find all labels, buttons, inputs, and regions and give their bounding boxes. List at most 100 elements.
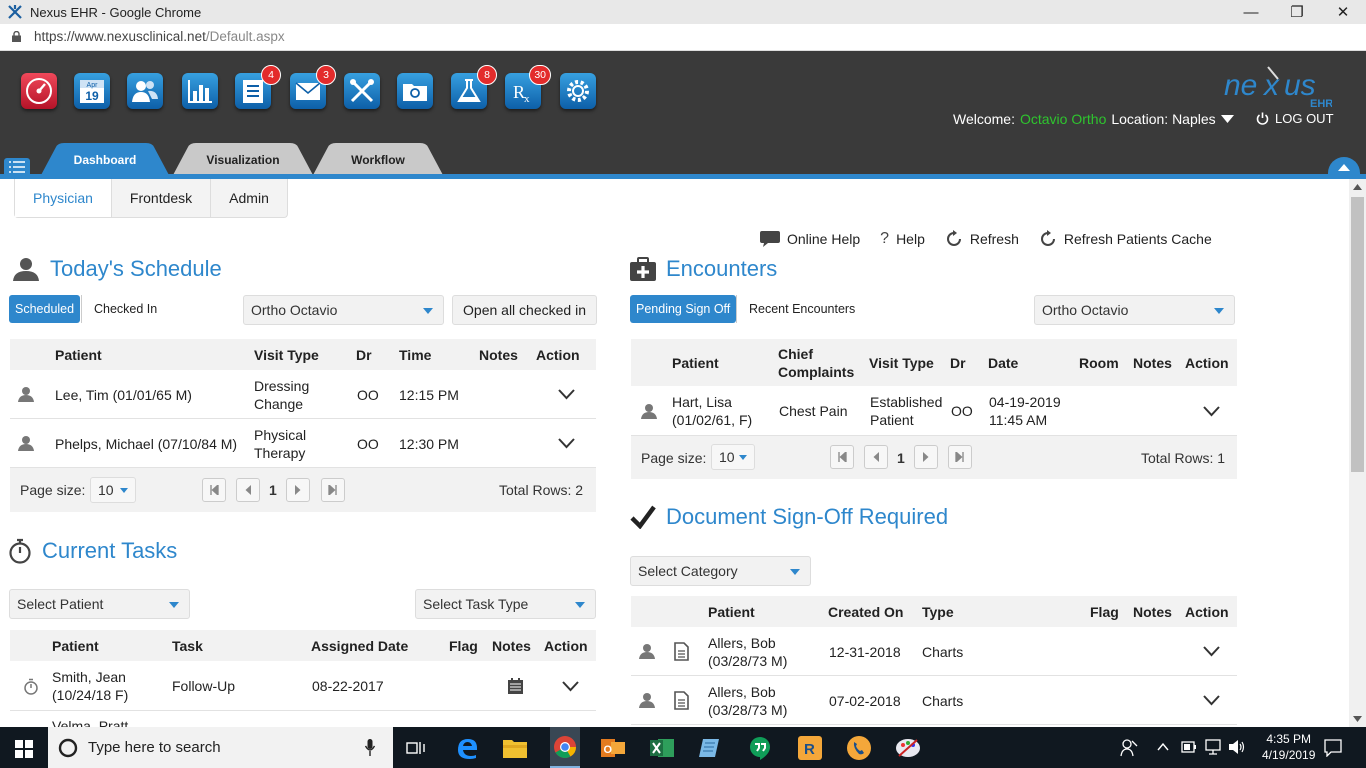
rx-icon[interactable]: Rx 30 [505,65,551,109]
chevron-down-icon[interactable] [558,438,575,449]
volume-icon[interactable] [1228,739,1246,755]
next-page-button[interactable] [914,445,938,469]
table-row[interactable]: Phelps, Michael (07/10/84 M) Physical Th… [10,419,596,468]
patients-icon[interactable] [127,73,163,109]
select-category-dropdown[interactable]: Select Category [630,556,811,586]
refresh-button[interactable]: Refresh [945,230,1019,248]
col-room[interactable]: Room [1079,339,1119,386]
subtab-physician[interactable]: Physician [15,179,112,217]
table-row[interactable]: Allers, Bob (03/28/73 M) 12-31-2018 Char… [631,627,1237,676]
chevron-down-icon[interactable] [1203,406,1220,417]
encounters-tab-recent[interactable]: Recent Encounters [743,295,861,323]
col-patient[interactable]: Patient [52,630,99,661]
prev-page-button[interactable] [236,478,260,502]
table-row[interactable]: Hart, Lisa (01/02/61, F) Chest Pain Esta… [631,386,1237,436]
tools-icon[interactable] [344,73,380,109]
people-icon[interactable] [1120,739,1138,757]
edge-browser-icon[interactable] [454,735,480,761]
paint-app-icon[interactable] [895,735,921,761]
patient-name[interactable]: Hart, Lisa (01/02/61, F) [672,386,768,436]
outlook-icon[interactable]: O [600,735,626,761]
excel-icon[interactable] [649,735,675,761]
first-page-button[interactable] [202,478,226,502]
schedule-tab-checked-in[interactable]: Checked In [88,295,163,323]
table-row[interactable]: Velma, Pratt [10,711,596,727]
col-time[interactable]: Time [399,339,431,370]
page-scrollbar[interactable] [1349,179,1366,727]
schedule-provider-select[interactable]: Ortho Octavio [243,295,444,325]
logout-button[interactable]: LOG OUT [1256,111,1334,126]
minimize-button[interactable]: — [1228,0,1274,24]
notepad-icon[interactable] [698,735,724,761]
location-select[interactable]: Location: Naples [1111,111,1215,127]
patient-name[interactable]: Velma, Pratt [52,711,128,727]
page-size-select[interactable]: 10 [711,444,755,470]
settings-gear-icon[interactable] [560,73,596,109]
next-page-button[interactable] [286,478,310,502]
prev-page-button[interactable] [864,445,888,469]
taskbar-search-box[interactable]: Type here to search [48,727,393,768]
notifications-icon[interactable] [1324,739,1342,757]
col-assigned-date[interactable]: Assigned Date [311,630,408,661]
encounters-tab-pending[interactable]: Pending Sign Off [630,295,737,323]
subtab-frontdesk[interactable]: Frontdesk [112,179,212,217]
chrome-taskbar-icon[interactable] [550,727,580,768]
chevron-down-icon[interactable] [558,389,575,400]
battery-icon[interactable] [1181,741,1197,753]
table-row[interactable]: Allers, Bob (03/28/73 M) 07-02-2018 Char… [631,676,1237,725]
phone-app-icon[interactable] [846,735,872,761]
task-view-icon[interactable] [403,735,429,761]
network-icon[interactable] [1204,739,1222,755]
reports-chart-icon[interactable] [182,73,218,109]
windows-start-icon[interactable] [15,740,33,758]
col-patient[interactable]: Patient [672,339,719,386]
col-patient[interactable]: Patient [55,339,102,370]
lab-flask-icon[interactable]: 8 [451,65,497,109]
documents-folder-icon[interactable] [397,73,433,109]
col-task[interactable]: Task [172,630,203,661]
encounters-provider-select[interactable]: Ortho Octavio [1034,295,1235,325]
address-bar[interactable]: https://www.nexusclinical.net/Default.as… [0,24,1366,51]
calendar-icon[interactable]: Apr 19 [74,73,110,109]
messages-envelope-icon[interactable]: 3 [290,65,336,109]
col-date[interactable]: Date [988,339,1018,386]
scroll-down-icon[interactable] [1353,716,1362,722]
refresh-cache-button[interactable]: Refresh Patients Cache [1039,230,1212,248]
table-row[interactable]: Smith, Jean (10/24/18 F) Follow-Up 08-22… [10,661,596,711]
tray-chevron-up-icon[interactable] [1157,743,1169,751]
system-clock[interactable]: 4:35 PM 4/19/2019 [1262,731,1315,763]
remote-app-icon[interactable]: R [797,735,823,761]
menu-list-icon[interactable] [4,158,30,176]
dashboard-gauge-icon[interactable] [21,73,57,109]
tab-dashboard[interactable]: Dashboard [40,143,170,177]
col-visit-type[interactable]: Visit Type [254,339,319,370]
tab-workflow[interactable]: Workflow [312,143,444,177]
location-caret-icon[interactable] [1220,114,1234,124]
col-dr[interactable]: Dr [950,339,966,386]
first-page-button[interactable] [830,445,854,469]
patient-name[interactable]: Lee, Tim (01/01/65 M) [55,370,192,419]
chevron-down-icon[interactable] [562,681,579,692]
restore-button[interactable]: ❐ [1274,0,1320,24]
col-chief-complaints[interactable]: Chief Complaints [778,339,858,386]
tab-visualization[interactable]: Visualization [172,143,314,177]
hangouts-icon[interactable] [747,735,773,761]
scroll-up-icon[interactable] [1353,184,1362,190]
col-type[interactable]: Type [922,596,954,627]
file-explorer-icon[interactable] [502,735,528,761]
col-patient[interactable]: Patient [708,596,755,627]
table-row[interactable]: Lee, Tim (01/01/65 M) Dressing Change OO… [10,370,596,419]
patient-name[interactable]: Allers, Bob (03/28/73 M) [708,627,808,676]
tasks-list-icon[interactable]: 4 [235,65,281,109]
col-visit-type[interactable]: Visit Type [869,339,934,386]
patient-name[interactable]: Smith, Jean (10/24/18 F) [52,661,152,711]
chevron-down-icon[interactable] [1203,695,1220,706]
last-page-button[interactable] [321,478,345,502]
page-size-select[interactable]: 10 [90,477,136,503]
patient-name[interactable]: Phelps, Michael (07/10/84 M) [55,419,237,468]
subtab-admin[interactable]: Admin [211,179,287,217]
select-task-type-dropdown[interactable]: Select Task Type [415,589,596,619]
online-help-button[interactable]: Online Help [760,230,860,248]
scrollbar-thumb[interactable] [1351,197,1364,472]
open-all-checked-in-button[interactable]: Open all checked in [452,295,597,325]
